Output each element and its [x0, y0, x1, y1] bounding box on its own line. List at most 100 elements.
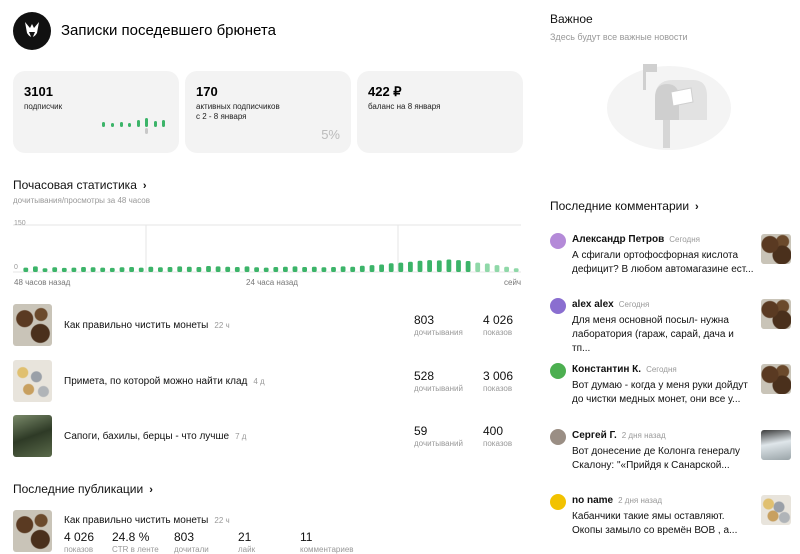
commenter-avatar[interactable] — [550, 233, 566, 249]
chart-bar[interactable] — [33, 266, 38, 272]
chart-bar[interactable] — [292, 266, 298, 272]
post-views-value: 3 006 — [483, 369, 514, 383]
chart-bar[interactable] — [23, 267, 29, 272]
post-row[interactable]: Сапоги, бахилы, берцы - что лучше 7 д 59 … — [13, 415, 523, 457]
post-reads-label: дочитывания — [414, 328, 463, 337]
comment-item[interactable]: alex alex Сегодня Для меня основной посыл-… — [550, 297, 795, 354]
post-row[interactable]: Как правильно чистить монеты 22 ч 803 доч… — [13, 304, 523, 346]
chart-bar[interactable] — [408, 261, 413, 272]
commenter-name[interactable]: Александр Петров Сегодня — [572, 234, 700, 245]
subscribers-value: 3101 — [24, 84, 53, 99]
chart-bar[interactable] — [138, 267, 144, 272]
chart-bar[interactable] — [436, 260, 442, 272]
comment-post-thumbnail[interactable] — [761, 364, 791, 394]
chart-bar[interactable] — [263, 267, 269, 272]
latest-comments-link[interactable]: Последние комментарии › — [550, 199, 699, 213]
comment-post-thumbnail[interactable] — [761, 299, 791, 329]
chart-bar[interactable] — [513, 268, 519, 272]
commenter-name[interactable]: alex alex Сегодня — [572, 299, 649, 310]
chart-bar[interactable] — [446, 259, 452, 273]
post-reads-value: 803 — [414, 313, 435, 327]
chart-bar[interactable] — [350, 266, 356, 272]
chart-bar[interactable] — [331, 267, 336, 272]
comment-text: А сфигали ортофосфорная кислота дефицит? … — [572, 249, 754, 277]
post-age: 22 ч — [214, 321, 230, 330]
chart-bar[interactable] — [273, 267, 279, 272]
latest-post-title: Как правильно чистить монеты 22 ч — [64, 515, 230, 526]
chart-bar[interactable] — [186, 266, 192, 272]
post-row[interactable]: Примета, по которой можно найти клад 4 д … — [13, 360, 523, 402]
chart-bar[interactable] — [417, 260, 423, 272]
chart-bar[interactable] — [52, 267, 58, 272]
chart-bar[interactable] — [465, 261, 471, 272]
comment-item[interactable]: Сергей Г. 2 дня назад Вот донесение де Кол… — [550, 428, 795, 478]
commenter-avatar[interactable] — [550, 363, 566, 379]
commenter-name[interactable]: Сергей Г. 2 дня назад — [572, 430, 666, 441]
commenter-avatar[interactable] — [550, 298, 566, 314]
chart-bar[interactable] — [311, 266, 317, 272]
chart-bar[interactable] — [119, 267, 125, 272]
chart-bar[interactable] — [81, 267, 86, 272]
chart-bar[interactable] — [234, 267, 240, 272]
chart-bar[interactable] — [398, 262, 404, 272]
chart-bar[interactable] — [100, 267, 106, 272]
comment-line: Кабанчики такие ямы оставляют. — [572, 511, 725, 522]
comment-post-thumbnail[interactable] — [761, 234, 791, 264]
latest-metric-label: комментариев — [300, 545, 354, 554]
chart-bar[interactable] — [109, 267, 115, 272]
commenter-name[interactable]: no name 2 дня назад — [572, 495, 662, 506]
stat-card-active-subscribers[interactable]: 170 активных подписчиков с 2 - 8 января … — [185, 71, 351, 153]
chart-bar[interactable] — [206, 266, 211, 272]
chart-bar[interactable] — [196, 267, 202, 272]
chart-bar[interactable] — [244, 266, 250, 272]
chart-bar[interactable] — [148, 266, 154, 272]
chart-bar[interactable] — [90, 267, 96, 272]
chart-bar[interactable] — [42, 268, 48, 272]
chart-bar[interactable] — [283, 266, 288, 272]
hourly-chart[interactable]: 150 0 48 часов назад 24 часа назад сейч — [13, 215, 523, 290]
chart-bar[interactable] — [167, 267, 173, 272]
chart-bar[interactable] — [61, 267, 67, 272]
chart-bar[interactable] — [494, 265, 500, 272]
chart-bar[interactable] — [302, 267, 307, 272]
post-reads-label: дочитываний — [414, 439, 463, 448]
latest-metric-label: CTR в ленте — [112, 545, 159, 554]
chart-bar[interactable] — [484, 263, 490, 273]
comment-post-thumbnail[interactable] — [761, 495, 791, 525]
chart-bar[interactable] — [225, 266, 231, 272]
comment-item[interactable]: Константин К. Сегодня Вот думаю - когда у … — [550, 362, 795, 412]
chart-bar[interactable] — [475, 262, 481, 272]
commenter-avatar[interactable] — [550, 429, 566, 445]
comment-text: Для меня основной посыл- нужна лаборатори… — [572, 314, 754, 356]
channel-logo-icon — [25, 22, 39, 39]
chart-bar[interactable] — [340, 266, 346, 272]
chart-bar[interactable] — [379, 264, 384, 273]
latest-post-row[interactable]: Как правильно чистить монеты 22 ч 4 026 п… — [13, 510, 523, 554]
channel-avatar[interactable] — [13, 12, 51, 50]
hourly-stats-link[interactable]: Почасовая статистика › — [13, 178, 147, 192]
stat-card-balance[interactable]: 422 ₽ баланс на 8 января — [357, 71, 523, 153]
chart-bar[interactable] — [388, 263, 394, 272]
chart-bar[interactable] — [369, 265, 375, 272]
chart-bar[interactable] — [321, 267, 327, 272]
comment-post-thumbnail[interactable] — [761, 430, 791, 460]
chart-bar[interactable] — [427, 260, 432, 272]
comment-item[interactable]: Александр Петров Сегодня А сфигали ортофос… — [550, 232, 795, 282]
chart-bar[interactable] — [71, 267, 77, 272]
chart-bar[interactable] — [456, 260, 461, 272]
commenter-name[interactable]: Константин К. Сегодня — [572, 364, 677, 375]
chart-bar[interactable] — [254, 267, 259, 272]
commenter-avatar[interactable] — [550, 494, 566, 510]
chart-bar[interactable] — [504, 266, 509, 272]
comment-item[interactable]: no name 2 дня назад Кабанчики такие ямы ос… — [550, 493, 795, 543]
latest-publications-link[interactable]: Последние публикации › — [13, 482, 153, 496]
chart-bar[interactable] — [177, 266, 183, 272]
stat-card-subscribers[interactable]: 3101 подписчик — [13, 71, 179, 153]
subscribers-label: подписчик — [24, 102, 63, 111]
latest-metric-value: 803 — [174, 530, 195, 544]
chart-bar[interactable] — [215, 266, 221, 272]
comment-line: Окопы замыло со времён ВОВ , а... — [572, 525, 738, 536]
chart-bar[interactable] — [158, 267, 163, 272]
chart-bar[interactable] — [129, 267, 134, 272]
chart-bar[interactable] — [359, 265, 365, 272]
